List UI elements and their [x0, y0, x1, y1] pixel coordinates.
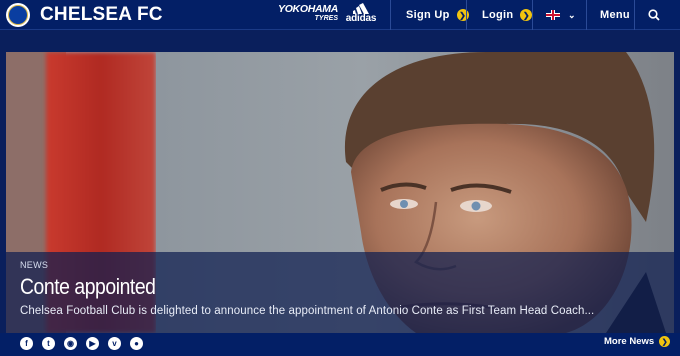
youtube-icon[interactable]: ▶: [86, 337, 99, 350]
instagram-icon[interactable]: ◉: [64, 337, 77, 350]
nav-divider: [634, 0, 635, 30]
menu-button[interactable]: Menu: [600, 0, 630, 30]
signup-button[interactable]: Sign Up ❯: [406, 0, 469, 30]
hero-caption-panel: NEWS Conte appointed Chelsea Football Cl…: [6, 252, 674, 333]
adidas-text: adidas: [345, 13, 377, 24]
arrow-right-icon: ❯: [520, 9, 533, 21]
adidas-sponsor-logo[interactable]: adidas: [344, 3, 378, 24]
uk-flag-icon: [546, 10, 560, 20]
arrow-right-icon: ❯: [659, 336, 671, 347]
signup-label: Sign Up: [406, 9, 450, 21]
search-button[interactable]: [648, 0, 660, 30]
yokohama-text: YOKOHAMA: [277, 3, 338, 15]
nav-divider: [586, 0, 587, 30]
yokohama-sponsor-logo[interactable]: YOKOHAMA TYRES: [274, 3, 338, 23]
login-label: Login: [482, 9, 514, 21]
site-title[interactable]: CHELSEA FC: [40, 3, 163, 27]
login-button[interactable]: Login ❯: [482, 0, 533, 30]
hero-summary[interactable]: Chelsea Football Club is delighted to an…: [20, 305, 594, 317]
nav-divider: [466, 0, 467, 30]
more-news-label: More News: [604, 336, 655, 347]
menu-label: Menu: [600, 9, 630, 21]
site-header: CHELSEA FC YOKOHAMA TYRES adidas Sign Up…: [0, 0, 680, 30]
nav-divider: [390, 0, 391, 30]
hero-banner[interactable]: NEWS Conte appointed Chelsea Football Cl…: [6, 52, 674, 333]
language-selector[interactable]: ⌄: [546, 0, 576, 30]
more-news-button[interactable]: More News ❯: [604, 336, 671, 347]
chevron-down-icon: ⌄: [568, 9, 576, 20]
nav-divider: [532, 0, 533, 30]
facebook-icon[interactable]: f: [20, 337, 33, 350]
search-icon: [648, 9, 660, 21]
snapchat-icon[interactable]: ●: [130, 337, 143, 350]
tyres-text: TYRES: [314, 15, 338, 22]
hero-headline[interactable]: Conte appointed: [20, 274, 156, 300]
twitter-icon[interactable]: t: [42, 337, 55, 350]
footer-bar: f t ◉ ▶ v ● More News ❯: [0, 333, 680, 356]
category-tag[interactable]: NEWS: [20, 260, 48, 270]
club-crest-logo[interactable]: [6, 3, 30, 27]
vine-icon[interactable]: v: [108, 337, 121, 350]
